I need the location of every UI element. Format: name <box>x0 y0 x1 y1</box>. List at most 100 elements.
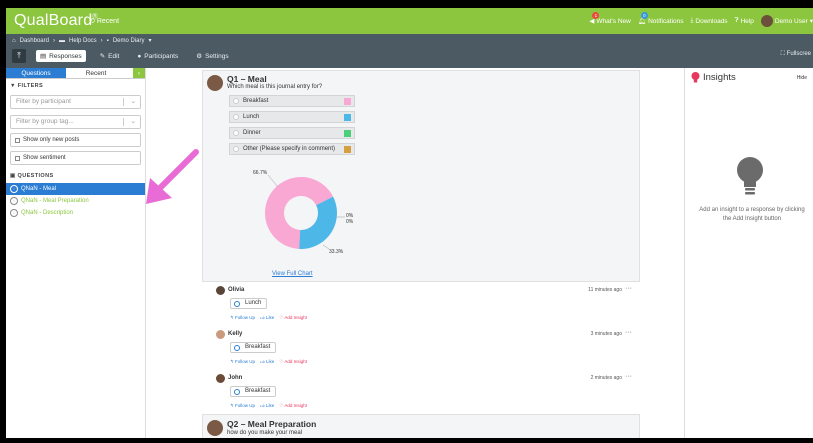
toolbar-home-button[interactable]: ⤒ <box>12 49 26 63</box>
person-icon: ● <box>137 52 142 60</box>
user-name: Demo User <box>774 17 808 25</box>
more-options-button[interactable]: ··· <box>625 285 632 292</box>
logo-text: QualBoard <box>14 12 93 29</box>
recent-link[interactable]: ⟲ Recent <box>89 17 119 25</box>
show-sentiment-checkbox[interactable]: Show sentiment <box>10 151 141 165</box>
like-label: Like <box>266 359 275 364</box>
fullscreen-button[interactable]: ⛶ Fullscree <box>781 51 811 58</box>
more-options-button[interactable]: ··· <box>625 373 632 380</box>
like-button[interactable]: 👍︎ Like <box>260 315 274 321</box>
option-color-swatch <box>344 114 351 121</box>
question-title: Q1 – Meal <box>227 74 267 84</box>
settings-tab[interactable]: ⚙ Settings <box>192 50 232 62</box>
radio-circle <box>233 130 239 136</box>
add-insight-button[interactable]: ♡ Add Insight <box>279 315 307 321</box>
chevron-right-icon: › <box>100 37 103 44</box>
add-insight-button[interactable]: ♡ Add Insight <box>279 359 307 365</box>
follow-up-button[interactable]: ↰ Follow Up <box>230 403 255 409</box>
tab-recent[interactable]: Recent <box>66 68 126 78</box>
breadcrumb-dashboard[interactable]: Dashboard <box>20 38 49 44</box>
lightbulb-icon <box>737 157 763 195</box>
sidebar-question-item[interactable]: ◌ QNaN - Description <box>6 207 145 219</box>
data-label-other: 0% <box>346 219 354 225</box>
edit-tab[interactable]: ✎ Edit <box>96 50 124 62</box>
notifications-link[interactable]: 🔔︎ 0 Notifications <box>638 12 684 25</box>
toolbar: ⤒ ▤ Responses ✎ Edit ● Participants ⚙ Se… <box>12 49 233 63</box>
logo[interactable]: QualBoard® <box>14 12 98 30</box>
add-insight-label: Add Insight <box>284 403 307 408</box>
option-label: Breakfast <box>243 98 269 104</box>
divider <box>123 118 124 126</box>
questions-heading-label: QUESTIONS <box>17 173 54 179</box>
participant-name[interactable]: John <box>228 375 242 381</box>
answer-option: Other (Please specify in comment) <box>229 143 355 155</box>
like-button[interactable]: 👍︎ Like <box>260 359 274 365</box>
response-item: Kelly 3 minutes ago ··· Breakfast ↰ Follow U… <box>212 326 636 371</box>
group-tag-filter-placeholder: Filter by group tag... <box>16 118 74 125</box>
add-insight-button[interactable]: ♡ Add Insight <box>279 403 307 409</box>
sidebar-question-item[interactable]: ◌ QNaN - Meal Preparation <box>6 195 145 207</box>
chevron-down-icon: ▾ <box>148 38 152 44</box>
breadcrumb-demo-diary[interactable]: Demo Diary <box>113 38 145 44</box>
collapse-sidebar-button[interactable]: ‹ <box>133 68 145 78</box>
help-link[interactable]: ❓︎ Help <box>735 17 754 25</box>
download-icon: ⤓ <box>690 17 694 24</box>
participants-tab[interactable]: ● Participants <box>133 51 182 62</box>
question-text: Which meal is this journal entry for? <box>227 84 323 90</box>
response-item: Olivia 11 minutes ago ··· Lunch ↰ Follow Up 👍… <box>212 282 636 327</box>
question-item-label: QNaN - Meal <box>21 186 57 192</box>
like-label: Like <box>266 315 275 320</box>
sidebar-question-item[interactable]: ◌ QNaN - Meal <box>6 183 145 195</box>
add-insight-label: Add Insight <box>284 359 307 364</box>
notifications-label: Notifications <box>648 17 684 25</box>
group-tag-filter[interactable]: Filter by group tag... ⌄ <box>10 115 141 129</box>
follow-up-label: Follow Up <box>235 403 256 408</box>
project-icon: ▪ <box>106 37 109 44</box>
answer-option: Lunch <box>229 111 355 123</box>
option-color-swatch <box>344 98 351 105</box>
responses-tab[interactable]: ▤ Responses <box>36 50 86 62</box>
downloads-link[interactable]: ⤓ Downloads <box>691 17 728 25</box>
insights-header: Insights <box>691 72 736 83</box>
question-icon: ◌ <box>10 197 18 205</box>
whats-new-link[interactable]: ◀ 1 What's New <box>589 12 631 25</box>
data-label-lunch: 33.3% <box>329 249 344 255</box>
follow-up-button[interactable]: ↰ Follow Up <box>230 359 255 365</box>
like-button[interactable]: 👍︎ Like <box>260 403 274 409</box>
show-new-posts-checkbox[interactable]: Show only new posts <box>10 133 141 147</box>
participant-name[interactable]: Kelly <box>228 331 242 337</box>
hide-insights-button[interactable]: Hide <box>797 75 807 81</box>
insights-panel: Insights Hide Add an insight to a respon… <box>684 68 813 438</box>
option-label: Lunch <box>243 114 260 120</box>
checkbox-box <box>15 155 20 161</box>
user-menu[interactable]: Demo User ▾ <box>760 15 813 27</box>
question-list: ◌ QNaN - Meal ◌ QNaN - Meal Preparation ◌ QNa… <box>6 183 145 219</box>
question-card-q2: Q2 – Meal Preparation how do you make yo… <box>202 414 640 438</box>
radio-circle <box>233 146 239 152</box>
response-item: John 2 minutes ago ··· Breakfast ↰ Follow Up… <box>212 370 636 415</box>
breadcrumb-toolbar: ⌂ Dashboard › ▬ Help Docs › ▪ Demo Diary… <box>6 34 813 68</box>
participant-name[interactable]: Olivia <box>228 287 244 293</box>
question-icon: ◌ <box>10 209 18 217</box>
upload-icon: ⤒ <box>17 51 21 60</box>
participant-avatar <box>216 374 225 383</box>
downloads-label: Downloads <box>695 17 728 25</box>
like-label: Like <box>266 403 275 408</box>
response-answer: Breakfast <box>230 386 277 397</box>
app-window: QualBoard® ⟲ Recent ◀ 1 What's New 🔔︎ 0 … <box>6 8 813 438</box>
response-actions: ↰ Follow Up 👍︎ Like ♡ Add Insight <box>230 315 307 321</box>
moderator-avatar <box>207 75 223 91</box>
filters-heading: ▼ FILTERS <box>6 79 145 93</box>
donut-slice-lunch <box>299 196 337 249</box>
participant-filter[interactable]: Filter by participant ⌄ <box>10 95 141 109</box>
show-new-posts-label: Show only new posts <box>23 137 80 143</box>
view-full-chart-link[interactable]: View Full Chart <box>272 271 313 277</box>
tab-questions[interactable]: Questions <box>6 68 66 78</box>
follow-up-button[interactable]: ↰ Follow Up <box>230 315 255 321</box>
more-options-button[interactable]: ··· <box>625 329 632 336</box>
filter-icon: ▼ <box>10 83 16 89</box>
responses-feed: Q1 – Meal Which meal is this journal ent… <box>202 70 640 438</box>
breadcrumb-help-docs[interactable]: Help Docs <box>69 38 97 44</box>
question-item-label: QNaN - Meal Preparation <box>21 198 89 204</box>
questions-heading: ▣ QUESTIONS <box>6 169 145 183</box>
